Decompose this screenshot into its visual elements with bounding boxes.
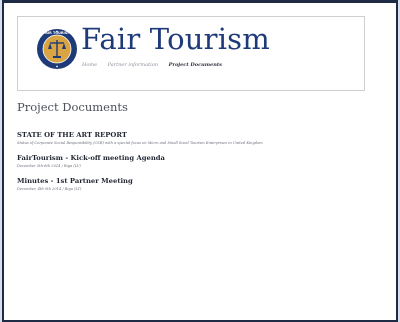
nav-project-documents[interactable]: Project Documents	[169, 62, 222, 68]
document-description: Status of Corporate Social Responsibilit…	[17, 141, 263, 145]
document-item: FairTourism - Kick-off meeting Agenda De…	[17, 154, 392, 168]
document-date-location: December 5th-6th 2014 / Riga (LV)	[17, 164, 81, 168]
document-item: STATE OF THE ART REPORT Status of Corpor…	[17, 131, 392, 145]
document-link-state-of-the-art-report[interactable]: STATE OF THE ART REPORT	[17, 131, 392, 139]
document-link-minutes-1st-partner-meeting[interactable]: Minutes - 1st Partner Meeting	[17, 177, 392, 185]
nav-partner-information[interactable]: Partner information	[108, 62, 158, 68]
document-link-kick-off-agenda[interactable]: FairTourism - Kick-off meeting Agenda	[17, 154, 392, 162]
document-item: Minutes - 1st Partner Meeting December, …	[17, 177, 392, 191]
logo-ring-text: FAIR TOURISM	[43, 31, 71, 35]
nav-home[interactable]: Home	[82, 62, 97, 68]
main-nav: Home Partner information Project Documen…	[82, 62, 231, 68]
document-date-location: December, 4th-5th 2014 / Riga (LT)	[17, 187, 82, 191]
site-header: FAIR TOURISM Fair Tourism Home Partner i…	[17, 16, 365, 91]
site-title[interactable]: Fair Tourism	[81, 22, 270, 56]
browser-page: FAIR TOURISM Fair Tourism Home Partner i…	[2, 0, 398, 322]
main-content: Project Documents STATE OF THE ART REPOR…	[17, 100, 392, 200]
fair-tourism-seal-icon[interactable]: FAIR TOURISM	[36, 28, 78, 70]
page-title: Project Documents	[17, 100, 128, 114]
